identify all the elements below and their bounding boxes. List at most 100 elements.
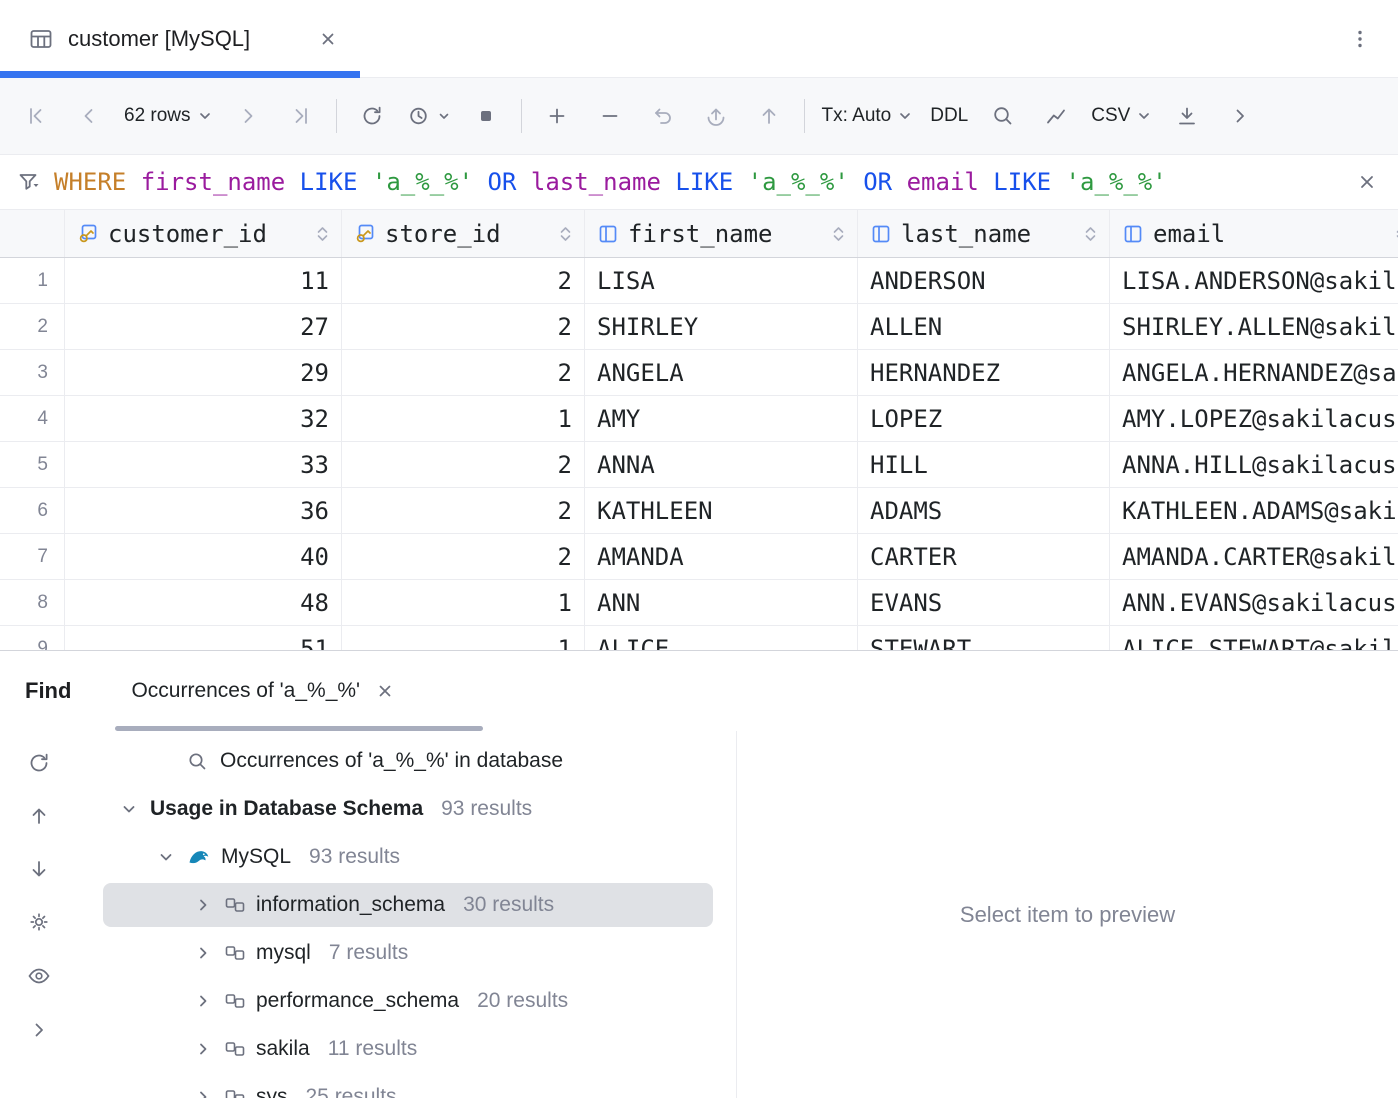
expand-strip-chevron-icon[interactable] [27,1018,51,1042]
tree-node-sys[interactable]: sys25 results [78,1073,736,1098]
grid-cell[interactable]: 2 [342,350,585,395]
row-number[interactable]: 5 [0,442,65,487]
settings-gear-icon[interactable] [27,910,51,934]
filter-expression[interactable]: WHERE first_name LIKE 'a_%_%' OR last_na… [54,168,1344,196]
preview-eye-icon[interactable] [26,963,52,989]
find-in-grid-button[interactable] [985,98,1021,134]
chevron-down-icon[interactable] [118,798,140,820]
grid-cell[interactable]: ADAMS [858,488,1110,533]
grid-cell[interactable]: ALICE.STEWART@sakilacustomer.org [1110,626,1398,650]
next-occurrence-button[interactable] [27,857,51,881]
grid-cell[interactable]: ALLEN [858,304,1110,349]
grid-cell[interactable]: ANNA.HILL@sakilacustomer.org [1110,442,1398,487]
column-header-store_id[interactable]: store_id [342,210,585,257]
grid-cell[interactable]: SHIRLEY [585,304,858,349]
tab-customer-mysql[interactable]: customer [MySQL] [0,0,360,77]
chevron-right-icon[interactable] [192,990,214,1012]
grid-cell[interactable]: 36 [65,488,342,533]
grid-cell[interactable]: 2 [342,442,585,487]
grid-cell[interactable]: 1 [342,626,585,650]
sort-icon[interactable] [559,223,572,245]
commit-button[interactable] [751,98,787,134]
row-number[interactable]: 6 [0,488,65,533]
row-number[interactable]: 2 [0,304,65,349]
sort-icon[interactable] [832,223,845,245]
sort-icon[interactable] [1084,223,1097,245]
chevron-down-icon[interactable] [155,846,177,868]
grid-cell[interactable]: 1 [342,396,585,441]
grid-cell[interactable]: ANDERSON [858,258,1110,303]
grid-cell[interactable]: LISA [585,258,858,303]
tree-node-performance_schema[interactable]: performance_schema20 results [78,977,736,1025]
grid-cell[interactable]: CARTER [858,534,1110,579]
grid-cell[interactable]: KATHLEEN.ADAMS@sakilacustomer.org [1110,488,1398,533]
grid-cell[interactable]: LISA.ANDERSON@sakilacustomer.org [1110,258,1398,303]
tree-node-Usage in Database Schema[interactable]: Usage in Database Schema93 results [78,785,736,833]
grid-cell[interactable]: 48 [65,580,342,625]
tree-node-information_schema[interactable]: information_schema30 results [78,881,736,929]
prev-page-button[interactable] [71,98,107,134]
grid-cell[interactable]: 29 [65,350,342,395]
filter-icon[interactable] [16,169,42,195]
tree-node-MySQL[interactable]: MySQL93 results [78,833,736,881]
grid-cell[interactable]: HERNANDEZ [858,350,1110,395]
column-header-customer_id[interactable]: customer_id [65,210,342,257]
grid-cell[interactable]: ANNA [585,442,858,487]
previous-occurrence-button[interactable] [27,804,51,828]
ddl-button[interactable]: DDL [930,98,968,134]
filter-close-icon[interactable] [1356,171,1378,193]
grid-cell[interactable]: ALICE [585,626,858,650]
rows-count-dropdown[interactable]: 62 rows [124,98,213,134]
grid-cell[interactable]: 40 [65,534,342,579]
find-tab-occurrences[interactable]: Occurrences of 'a_%_%' [131,679,394,703]
find-tab-close-icon[interactable] [376,682,394,700]
grid-cell[interactable]: ANN [585,580,858,625]
grid-cell[interactable]: 2 [342,304,585,349]
grid-cell[interactable]: 51 [65,626,342,650]
row-number[interactable]: 8 [0,580,65,625]
chart-button[interactable] [1038,98,1074,134]
more-toolbar-button[interactable] [1222,98,1258,134]
row-number[interactable]: 7 [0,534,65,579]
tab-close-icon[interactable] [318,29,338,49]
grid-cell[interactable]: ANN.EVANS@sakilacustomer.org [1110,580,1398,625]
grid-cell[interactable]: LOPEZ [858,396,1110,441]
row-number[interactable]: 3 [0,350,65,395]
sort-icon[interactable] [316,223,329,245]
grid-cell[interactable]: 27 [65,304,342,349]
chevron-right-icon[interactable] [192,942,214,964]
grid-cell[interactable]: 2 [342,534,585,579]
grid-cell[interactable]: 33 [65,442,342,487]
stop-button[interactable] [468,98,504,134]
column-header-last_name[interactable]: last_name [858,210,1110,257]
grid-cell[interactable]: 2 [342,258,585,303]
grid-cell[interactable]: HILL [858,442,1110,487]
grid-cell[interactable]: ANGELA.HERNANDEZ@sakilacustomer.org [1110,350,1398,395]
last-page-button[interactable] [283,98,319,134]
kebab-menu-icon[interactable] [1348,27,1372,51]
refresh-button[interactable] [354,98,390,134]
chevron-right-icon[interactable] [192,1086,214,1098]
row-number[interactable]: 1 [0,258,65,303]
column-header-email[interactable]: email [1110,210,1398,257]
grid-cell[interactable]: 1 [342,580,585,625]
chevron-right-icon[interactable] [192,894,214,916]
chevron-right-icon[interactable] [192,1038,214,1060]
column-header-first_name[interactable]: first_name [585,210,858,257]
tree-node-mysql[interactable]: mysql7 results [78,929,736,977]
first-page-button[interactable] [18,98,54,134]
row-number[interactable]: 9 [0,626,65,650]
grid-cell[interactable]: SHIRLEY.ALLEN@sakilacustomer.org [1110,304,1398,349]
grid-cell[interactable]: AMANDA.CARTER@sakilacustomer.org [1110,534,1398,579]
grid-cell[interactable]: EVANS [858,580,1110,625]
grid-cell[interactable]: KATHLEEN [585,488,858,533]
tx-mode-dropdown[interactable]: Tx: Auto [822,98,914,134]
schedule-refresh-dropdown[interactable] [407,98,451,134]
export-button[interactable] [1169,98,1205,134]
tree-node-sakila[interactable]: sakila11 results [78,1025,736,1073]
grid-cell[interactable]: STEWART [858,626,1110,650]
grid-cell[interactable]: AMY [585,396,858,441]
submit-button[interactable] [698,98,734,134]
grid-cell[interactable]: AMANDA [585,534,858,579]
grid-cell[interactable]: 11 [65,258,342,303]
